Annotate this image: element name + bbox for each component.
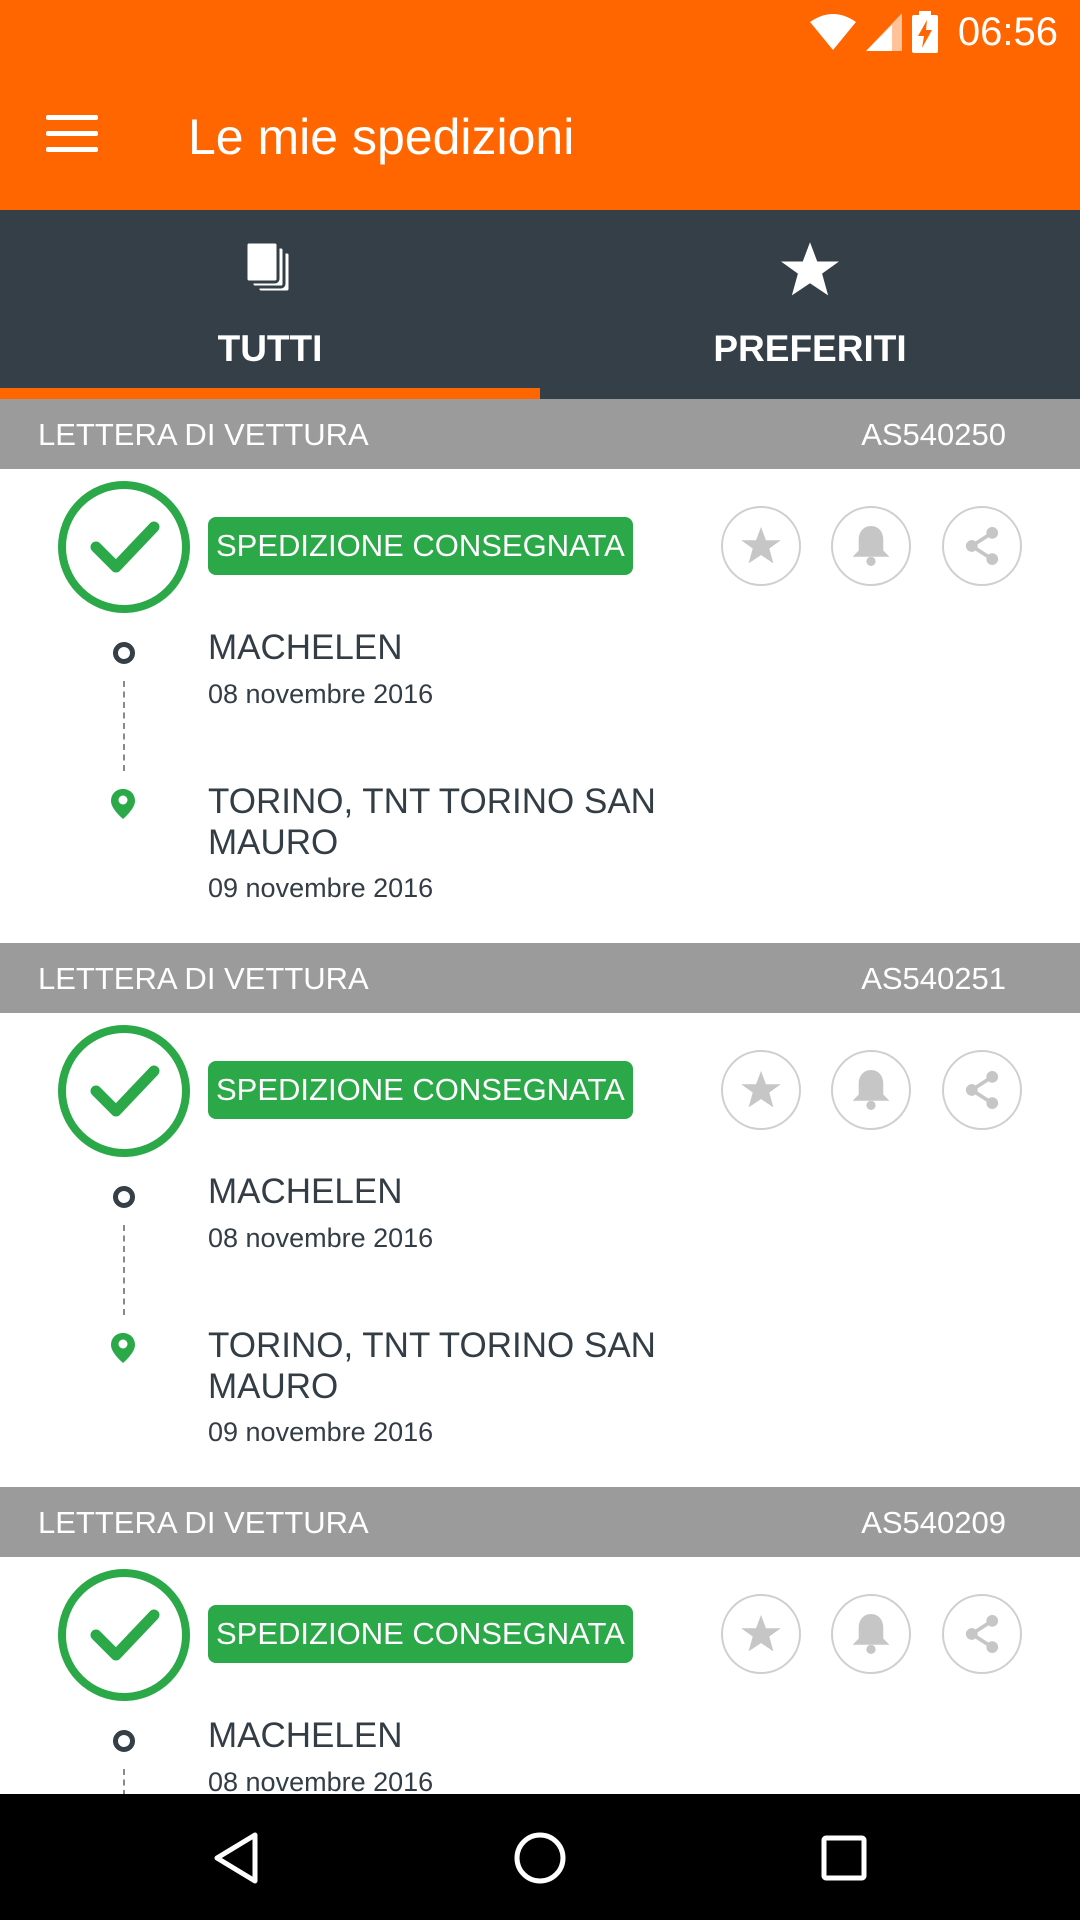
delivered-check-icon <box>58 1025 190 1157</box>
waybill-label: LETTERA DI VETTURA <box>38 417 369 452</box>
location-pin-icon <box>111 789 135 819</box>
share-icon <box>965 1615 999 1653</box>
origin-date: 08 novembre 2016 <box>208 679 434 709</box>
tab-tutti[interactable]: TUTTI <box>0 210 540 399</box>
tab-preferiti[interactable]: PREFERITI <box>540 210 1080 399</box>
route-line <box>123 1225 125 1315</box>
shipment-card[interactable]: SPEDIZIONE CONSEGNATA MACHELEN 08 novemb… <box>0 1013 1080 1487</box>
page-title: Le mie spedizioni <box>188 109 575 165</box>
share-icon <box>965 527 999 565</box>
share-button[interactable] <box>942 506 1022 586</box>
back-icon <box>214 1832 258 1884</box>
destination-date: 09 novembre 2016 <box>208 873 434 903</box>
origin-name: MACHELEN <box>208 1172 403 1211</box>
share-button[interactable] <box>942 1050 1022 1130</box>
tab-selected-indicator <box>0 388 540 399</box>
wifi-icon <box>809 14 856 50</box>
origin-date: 08 novembre 2016 <box>208 1223 434 1253</box>
status-badge: SPEDIZIONE CONSEGNATA <box>208 517 633 575</box>
origin-dot-icon <box>113 642 135 664</box>
bell-icon <box>852 1614 890 1654</box>
documents-icon <box>246 242 292 294</box>
waybill-code: AS540251 <box>861 961 1006 996</box>
destination-name: TORINO, TNT TORINO SAN MAURO <box>208 1326 656 1406</box>
waybill-code: AS540250 <box>861 417 1006 452</box>
shipment-card[interactable]: SPEDIZIONE CONSEGNATA MACHELEN 08 novemb… <box>0 469 1080 943</box>
star-icon <box>741 1615 781 1652</box>
shipment-header: LETTERA DI VETTURA AS540250 <box>0 399 1080 469</box>
status-icons: 06:56 <box>809 9 1058 54</box>
status-time: 06:56 <box>957 9 1058 54</box>
signal-icon <box>865 13 902 51</box>
star-icon <box>781 242 839 296</box>
favorite-button[interactable] <box>721 1594 801 1674</box>
waybill-label: LETTERA DI VETTURA <box>38 1505 369 1540</box>
origin-date: 08 novembre 2016 <box>208 1767 434 1794</box>
notify-button[interactable] <box>831 1594 911 1674</box>
shipment-list[interactable]: LETTERA DI VETTURA AS540250 SPEDIZIONE C… <box>0 399 1080 1794</box>
back-button[interactable] <box>204 1826 268 1890</box>
waybill-label: LETTERA DI VETTURA <box>38 961 369 996</box>
notify-button[interactable] <box>831 1050 911 1130</box>
tab-bar: TUTTI PREFERITI <box>0 210 1080 399</box>
recents-button[interactable] <box>812 1826 876 1890</box>
shipment-header: LETTERA DI VETTURA AS540251 <box>0 943 1080 1013</box>
route-line <box>123 681 125 771</box>
bell-icon <box>852 1070 890 1110</box>
system-nav-bar <box>0 1794 1080 1920</box>
origin-name: MACHELEN <box>208 1716 403 1755</box>
notify-button[interactable] <box>831 506 911 586</box>
home-button[interactable] <box>508 1826 572 1890</box>
share-button[interactable] <box>942 1594 1022 1674</box>
shipment-header: LETTERA DI VETTURA AS540209 <box>0 1487 1080 1557</box>
shipment-card[interactable]: SPEDIZIONE CONSEGNATA MACHELEN 08 novemb… <box>0 1557 1080 1794</box>
destination-date: 09 novembre 2016 <box>208 1417 434 1447</box>
origin-dot-icon <box>113 1730 135 1752</box>
origin-name: MACHELEN <box>208 628 403 667</box>
favorite-button[interactable] <box>721 506 801 586</box>
star-icon <box>741 527 781 564</box>
destination-name: TORINO, TNT TORINO SAN MAURO <box>208 782 656 862</box>
recents-icon <box>821 1835 867 1881</box>
location-pin-icon <box>111 1333 135 1363</box>
tab-label: PREFERITI <box>713 328 907 369</box>
route-line <box>123 1769 125 1794</box>
favorite-button[interactable] <box>721 1050 801 1130</box>
status-bar: 06:56 <box>0 0 1080 64</box>
waybill-code: AS540209 <box>861 1505 1006 1540</box>
star-icon <box>741 1071 781 1108</box>
hamburger-menu-icon[interactable] <box>46 115 98 155</box>
status-badge: SPEDIZIONE CONSEGNATA <box>208 1061 633 1119</box>
bell-icon <box>852 526 890 566</box>
app-bar: 06:56 Le mie spedizioni <box>0 0 1080 210</box>
tab-label: TUTTI <box>217 328 323 369</box>
delivered-check-icon <box>58 481 190 613</box>
share-icon <box>965 1071 999 1109</box>
origin-dot-icon <box>113 1186 135 1208</box>
delivered-check-icon <box>58 1569 190 1701</box>
home-icon <box>514 1832 566 1884</box>
battery-charging-icon <box>911 11 938 53</box>
status-badge: SPEDIZIONE CONSEGNATA <box>208 1605 633 1663</box>
